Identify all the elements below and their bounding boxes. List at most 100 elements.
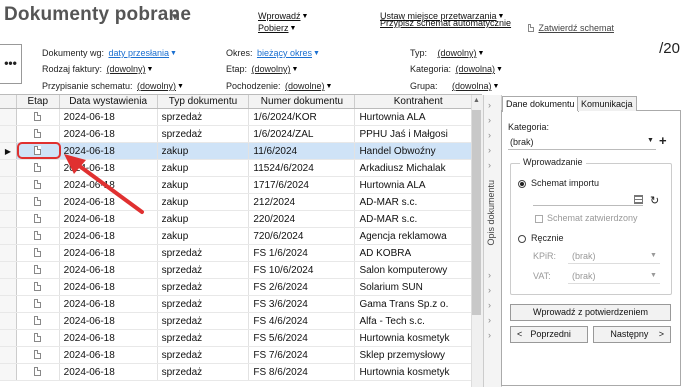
- cell-typ-dokumentu[interactable]: sprzedaż: [157, 346, 250, 364]
- row-indicator[interactable]: [0, 329, 17, 347]
- row-indicator[interactable]: [0, 108, 17, 126]
- cell-numer-dokumentu[interactable]: FS 4/6/2024: [248, 312, 356, 330]
- cell-kontrahent[interactable]: AD KOBRA: [354, 244, 482, 262]
- filter-kategoria[interactable]: Kategoria: (dowolna)▼: [410, 59, 503, 77]
- cell-typ-dokumentu[interactable]: sprzedaż: [157, 261, 250, 279]
- cell-etap[interactable]: [16, 261, 60, 279]
- cell-typ-dokumentu[interactable]: zakup: [157, 142, 250, 160]
- row-indicator[interactable]: [0, 210, 17, 228]
- cell-numer-dokumentu[interactable]: 1/6/2024/KOR: [248, 108, 356, 126]
- cell-numer-dokumentu[interactable]: 11524/6/2024: [248, 159, 356, 177]
- chevron-down-icon[interactable]: ▼: [647, 137, 654, 144]
- cell-numer-dokumentu[interactable]: 11/6/2024: [248, 142, 356, 160]
- cell-kontrahent[interactable]: PPHU Jaś i Małgosi: [354, 125, 482, 143]
- cell-kontrahent[interactable]: Solarium SUN: [354, 278, 482, 296]
- row-indicator[interactable]: [0, 312, 17, 330]
- cell-kontrahent[interactable]: Agencja reklamowa: [354, 227, 482, 245]
- cell-etap[interactable]: [16, 363, 60, 381]
- cell-data-wystawienia[interactable]: 2024-06-18: [59, 125, 158, 143]
- table-row[interactable]: 2024-06-18 sprzedaż FS 1/6/2024 AD KOBRA: [0, 244, 482, 262]
- cell-etap[interactable]: [16, 159, 60, 177]
- tab-dane-dokumentu[interactable]: Dane dokumentu: [502, 96, 579, 112]
- row-indicator[interactable]: [0, 261, 17, 279]
- row-indicator[interactable]: [0, 125, 17, 143]
- filter-pochodzenie[interactable]: Pochodzenie: (dowolne)▼: [226, 76, 332, 94]
- cell-typ-dokumentu[interactable]: sprzedaż: [157, 312, 250, 330]
- filter-rodzaj-faktury[interactable]: Rodzaj faktury: (dowolny)▼: [42, 59, 153, 77]
- cell-etap[interactable]: [16, 244, 60, 262]
- vat-select[interactable]: (brak): [572, 271, 596, 281]
- cell-etap[interactable]: [16, 329, 60, 347]
- cell-data-wystawienia[interactable]: 2024-06-18: [59, 227, 158, 245]
- cell-numer-dokumentu[interactable]: 1717/6/2024: [248, 176, 356, 194]
- scroll-up-icon[interactable]: ▲: [471, 95, 482, 107]
- kpir-select[interactable]: (brak): [572, 251, 596, 261]
- przypisz-schemat-link[interactable]: Przypisz schemat automatycznie: [380, 18, 511, 28]
- scrollbar-thumb[interactable]: [472, 110, 481, 315]
- cell-numer-dokumentu[interactable]: FS 8/6/2024: [248, 363, 356, 381]
- row-indicator[interactable]: ▶: [0, 142, 17, 160]
- column-header-data-wystawienia[interactable]: Data wystawienia: [59, 95, 158, 109]
- cell-etap[interactable]: [16, 108, 60, 126]
- list-icon[interactable]: [634, 195, 643, 204]
- cell-data-wystawienia[interactable]: 2024-06-18: [59, 278, 158, 296]
- row-indicator[interactable]: [0, 193, 17, 211]
- table-row[interactable]: 2024-06-18 sprzedaż FS 4/6/2024 Alfa - Tech…: [0, 312, 482, 330]
- cell-kontrahent[interactable]: Hurtownia kosmetyk: [354, 329, 482, 347]
- cell-typ-dokumentu[interactable]: zakup: [157, 176, 250, 194]
- row-indicator[interactable]: [0, 176, 17, 194]
- wprowadz-z-potwierdzeniem-button[interactable]: Wprowadź z potwierdzeniem: [510, 304, 671, 321]
- row-indicator[interactable]: [0, 346, 17, 364]
- cell-typ-dokumentu[interactable]: sprzedaż: [157, 244, 250, 262]
- table-row[interactable]: 2024-06-18 sprzedaż FS 2/6/2024 Solarium SU…: [0, 278, 482, 296]
- filter-grupa[interactable]: Grupa: (dowolna)▼: [410, 76, 499, 94]
- cell-typ-dokumentu[interactable]: sprzedaż: [157, 329, 250, 347]
- radio-recznie[interactable]: [518, 235, 526, 243]
- cell-data-wystawienia[interactable]: 2024-06-18: [59, 312, 158, 330]
- table-row[interactable]: 2024-06-18 sprzedaż FS 10/6/2024 Salon komp…: [0, 261, 482, 279]
- cell-numer-dokumentu[interactable]: FS 7/6/2024: [248, 346, 356, 364]
- column-header-numer-dokumentu[interactable]: Numer dokumentu: [248, 95, 356, 109]
- row-indicator[interactable]: [0, 363, 17, 381]
- table-row[interactable]: 2024-06-18 sprzedaż FS 7/6/2024 Sklep przem…: [0, 346, 482, 364]
- cell-numer-dokumentu[interactable]: FS 2/6/2024: [248, 278, 356, 296]
- cell-typ-dokumentu[interactable]: sprzedaż: [157, 125, 250, 143]
- cell-numer-dokumentu[interactable]: 720/6/2024: [248, 227, 356, 245]
- cell-data-wystawienia[interactable]: 2024-06-18: [59, 363, 158, 381]
- cell-etap[interactable]: [16, 193, 60, 211]
- cell-numer-dokumentu[interactable]: FS 10/6/2024: [248, 261, 356, 279]
- title-dropdown-icon[interactable]: ▼: [170, 12, 180, 23]
- cell-data-wystawienia[interactable]: 2024-06-18: [59, 329, 158, 347]
- cell-kontrahent[interactable]: Hurtownia kosmetyk: [354, 363, 482, 381]
- nastepny-button[interactable]: Następny >: [593, 326, 671, 343]
- page-title[interactable]: Dokumenty pobrane: [4, 4, 191, 26]
- cell-etap[interactable]: [16, 210, 60, 228]
- row-indicator[interactable]: [0, 244, 17, 262]
- table-row[interactable]: 2024-06-18 sprzedaż 1/6/2024/KOR Hurtownia …: [0, 108, 482, 126]
- cell-typ-dokumentu[interactable]: zakup: [157, 210, 250, 228]
- cell-etap[interactable]: [16, 312, 60, 330]
- cell-kontrahent[interactable]: Alfa - Tech s.c.: [354, 312, 482, 330]
- row-indicator[interactable]: [0, 295, 17, 313]
- cell-kontrahent[interactable]: AD-MAR s.c.: [354, 193, 482, 211]
- table-row[interactable]: 2024-06-18 sprzedaż FS 5/6/2024 Hurtownia k…: [0, 329, 482, 347]
- cell-kontrahent[interactable]: Salon komputerowy: [354, 261, 482, 279]
- cell-kontrahent[interactable]: Handel Obwoźny: [354, 142, 482, 160]
- chevron-down-icon[interactable]: ▼: [650, 272, 657, 279]
- cell-typ-dokumentu[interactable]: zakup: [157, 193, 250, 211]
- cell-typ-dokumentu[interactable]: zakup: [157, 227, 250, 245]
- cell-typ-dokumentu[interactable]: sprzedaż: [157, 278, 250, 296]
- cell-kontrahent[interactable]: Hurtownia ALA: [354, 176, 482, 194]
- row-indicator[interactable]: [0, 227, 17, 245]
- cell-numer-dokumentu[interactable]: 1/6/2024/ZAL: [248, 125, 356, 143]
- radio-schemat-importu[interactable]: [518, 180, 526, 188]
- filter-przypisanie-schematu[interactable]: Przypisanie schematu: (dowolny)▼: [42, 76, 184, 94]
- pobierz-menu[interactable]: Pobierz▼: [258, 18, 296, 36]
- cell-etap[interactable]: [16, 125, 60, 143]
- cell-typ-dokumentu[interactable]: zakup: [157, 159, 250, 177]
- cell-data-wystawienia[interactable]: 2024-06-18: [59, 108, 158, 126]
- cell-kontrahent[interactable]: Hurtownia ALA: [354, 108, 482, 126]
- refresh-icon[interactable]: ↻: [650, 194, 659, 207]
- cell-data-wystawienia[interactable]: 2024-06-18: [59, 244, 158, 262]
- row-indicator[interactable]: [0, 159, 17, 177]
